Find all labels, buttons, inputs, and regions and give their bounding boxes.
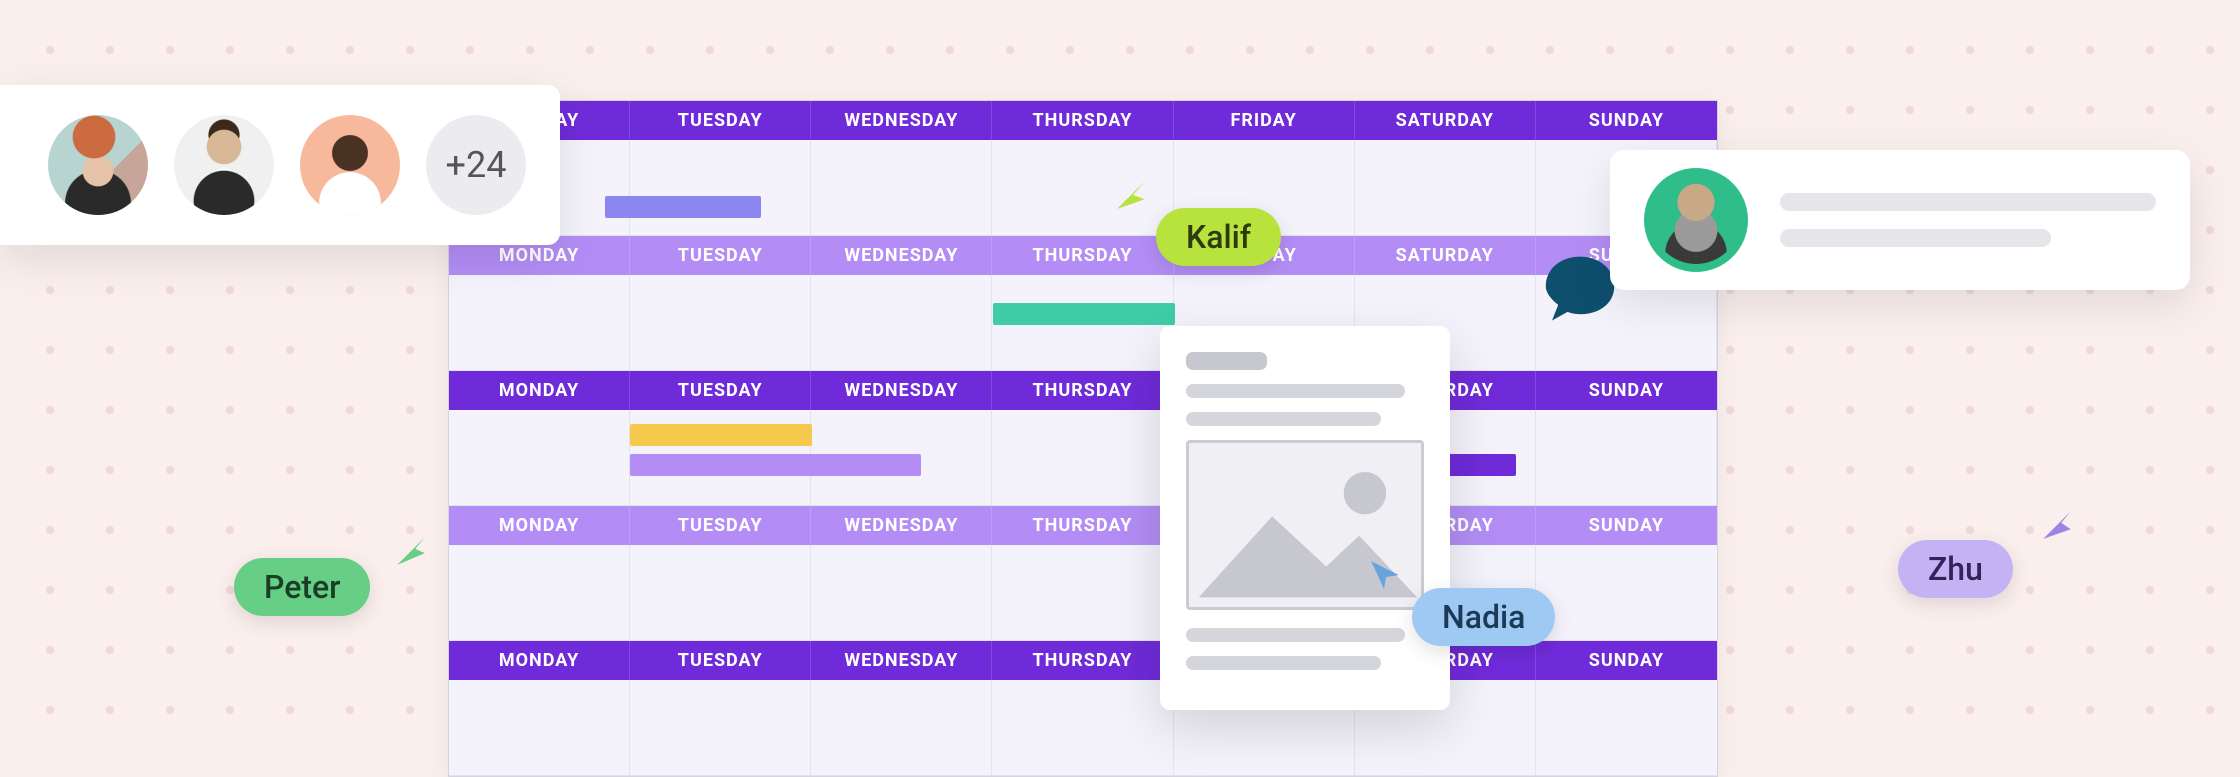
calendar-day-header: TUESDAY bbox=[630, 506, 811, 545]
calendar-cell[interactable] bbox=[811, 545, 992, 641]
calendar-day-header: WEDNESDAY bbox=[811, 506, 992, 545]
calendar-cell[interactable] bbox=[992, 680, 1173, 776]
calendar-cell[interactable] bbox=[1536, 680, 1717, 776]
calendar-cell[interactable] bbox=[449, 680, 630, 776]
avatar[interactable] bbox=[48, 115, 148, 215]
collaborator-cursor-label: Zhu bbox=[1898, 540, 2013, 598]
calendar-cell[interactable] bbox=[630, 275, 811, 371]
calendar-event[interactable] bbox=[993, 303, 1174, 325]
calendar-day-header: MONDAY bbox=[449, 371, 630, 410]
calendar-event[interactable] bbox=[605, 196, 761, 218]
calendar-event[interactable] bbox=[630, 424, 811, 446]
cursor-user-name: Peter bbox=[264, 568, 340, 606]
doc-placeholder-line bbox=[1186, 628, 1405, 642]
calendar-cell[interactable] bbox=[1536, 410, 1717, 506]
doc-placeholder-line bbox=[1186, 384, 1405, 398]
cursor-icon bbox=[394, 534, 428, 568]
calendar-day-header: TUESDAY bbox=[630, 236, 811, 275]
document-preview-card[interactable] bbox=[1160, 326, 1450, 710]
calendar-week-header: MONDAYTUESDAYWEDNESDAYTHURSDAYFRIDAYSATU… bbox=[449, 101, 1717, 140]
calendar-cell[interactable] bbox=[1355, 140, 1536, 236]
cursor-icon bbox=[2040, 508, 2074, 542]
speech-bubble-icon bbox=[1540, 252, 1620, 322]
calendar-day-header: WEDNESDAY bbox=[811, 236, 992, 275]
calendar-day-header: TUESDAY bbox=[630, 371, 811, 410]
calendar-week-body bbox=[449, 410, 1717, 506]
calendar-day-header: WEDNESDAY bbox=[811, 371, 992, 410]
avatar-more-count: +24 bbox=[446, 144, 507, 186]
calendar-cell[interactable] bbox=[992, 545, 1173, 641]
calendar-event[interactable] bbox=[630, 454, 920, 476]
avatar bbox=[1644, 168, 1748, 272]
calendar-day-header: WEDNESDAY bbox=[811, 641, 992, 680]
doc-placeholder-line bbox=[1186, 656, 1381, 670]
calendar-cell[interactable] bbox=[1536, 545, 1717, 641]
avatar-row-card: +24 bbox=[0, 85, 560, 245]
calendar-day-header: THURSDAY bbox=[992, 641, 1173, 680]
cursor-user-name: Nadia bbox=[1442, 598, 1525, 636]
avatar[interactable] bbox=[174, 115, 274, 215]
calendar-cell[interactable] bbox=[449, 275, 630, 371]
calendar-day-header: FRIDAY bbox=[1174, 101, 1355, 140]
calendar-day-header: THURSDAY bbox=[992, 101, 1173, 140]
calendar-cell[interactable] bbox=[811, 680, 992, 776]
avatar[interactable] bbox=[300, 115, 400, 215]
calendar-week-header: MONDAYTUESDAYWEDNESDAYTHURSDAYFRIDAYSATU… bbox=[449, 371, 1717, 410]
doc-placeholder-line bbox=[1186, 412, 1381, 426]
calendar-day-header: TUESDAY bbox=[630, 641, 811, 680]
calendar-day-header: TUESDAY bbox=[630, 101, 811, 140]
cursor-icon bbox=[1114, 178, 1148, 212]
calendar-cell[interactable] bbox=[992, 410, 1173, 506]
calendar-week-body bbox=[449, 140, 1717, 236]
calendar-week-header: MONDAYTUESDAYWEDNESDAYTHURSDAYFRIDAYSATU… bbox=[449, 641, 1717, 680]
calendar-week-header: MONDAYTUESDAYWEDNESDAYTHURSDAYFRIDAYSATU… bbox=[449, 236, 1717, 275]
calendar-day-header: SUNDAY bbox=[1536, 101, 1717, 140]
comment-placeholder-lines bbox=[1780, 193, 2156, 247]
cursor-icon bbox=[1368, 558, 1402, 592]
calendar-cell[interactable] bbox=[449, 410, 630, 506]
calendar-day-header: SATURDAY bbox=[1355, 236, 1536, 275]
calendar-week-body bbox=[449, 680, 1717, 776]
calendar-day-header: THURSDAY bbox=[992, 506, 1173, 545]
calendar-day-header: MONDAY bbox=[449, 641, 630, 680]
calendar-day-header: MONDAY bbox=[449, 506, 630, 545]
doc-placeholder-line bbox=[1186, 352, 1267, 370]
comment-card bbox=[1610, 150, 2190, 290]
calendar: MONDAYTUESDAYWEDNESDAYTHURSDAYFRIDAYSATU… bbox=[448, 100, 1718, 777]
calendar-week-header: MONDAYTUESDAYWEDNESDAYTHURSDAYFRIDAYSATU… bbox=[449, 506, 1717, 545]
calendar-day-header: SUNDAY bbox=[1536, 371, 1717, 410]
calendar-cell[interactable] bbox=[630, 545, 811, 641]
calendar-week-body bbox=[449, 275, 1717, 371]
calendar-day-header: SUNDAY bbox=[1536, 641, 1717, 680]
calendar-cell[interactable] bbox=[630, 140, 811, 236]
collaborator-cursor-label: Kalif bbox=[1156, 208, 1281, 266]
avatar-more-button[interactable]: +24 bbox=[426, 115, 526, 215]
collaborator-cursor-label: Peter bbox=[234, 558, 370, 616]
calendar-day-header: WEDNESDAY bbox=[811, 101, 992, 140]
calendar-day-header: THURSDAY bbox=[992, 371, 1173, 410]
calendar-day-header: SUNDAY bbox=[1536, 506, 1717, 545]
cursor-user-name: Zhu bbox=[1928, 550, 1983, 588]
cursor-user-name: Kalif bbox=[1186, 218, 1251, 256]
calendar-cell[interactable] bbox=[449, 545, 630, 641]
calendar-cell[interactable] bbox=[630, 680, 811, 776]
calendar-day-header: THURSDAY bbox=[992, 236, 1173, 275]
collaborator-cursor-label: Nadia bbox=[1412, 588, 1555, 646]
calendar-day-header: SATURDAY bbox=[1355, 101, 1536, 140]
calendar-cell[interactable] bbox=[811, 140, 992, 236]
calendar-cell[interactable] bbox=[811, 275, 992, 371]
